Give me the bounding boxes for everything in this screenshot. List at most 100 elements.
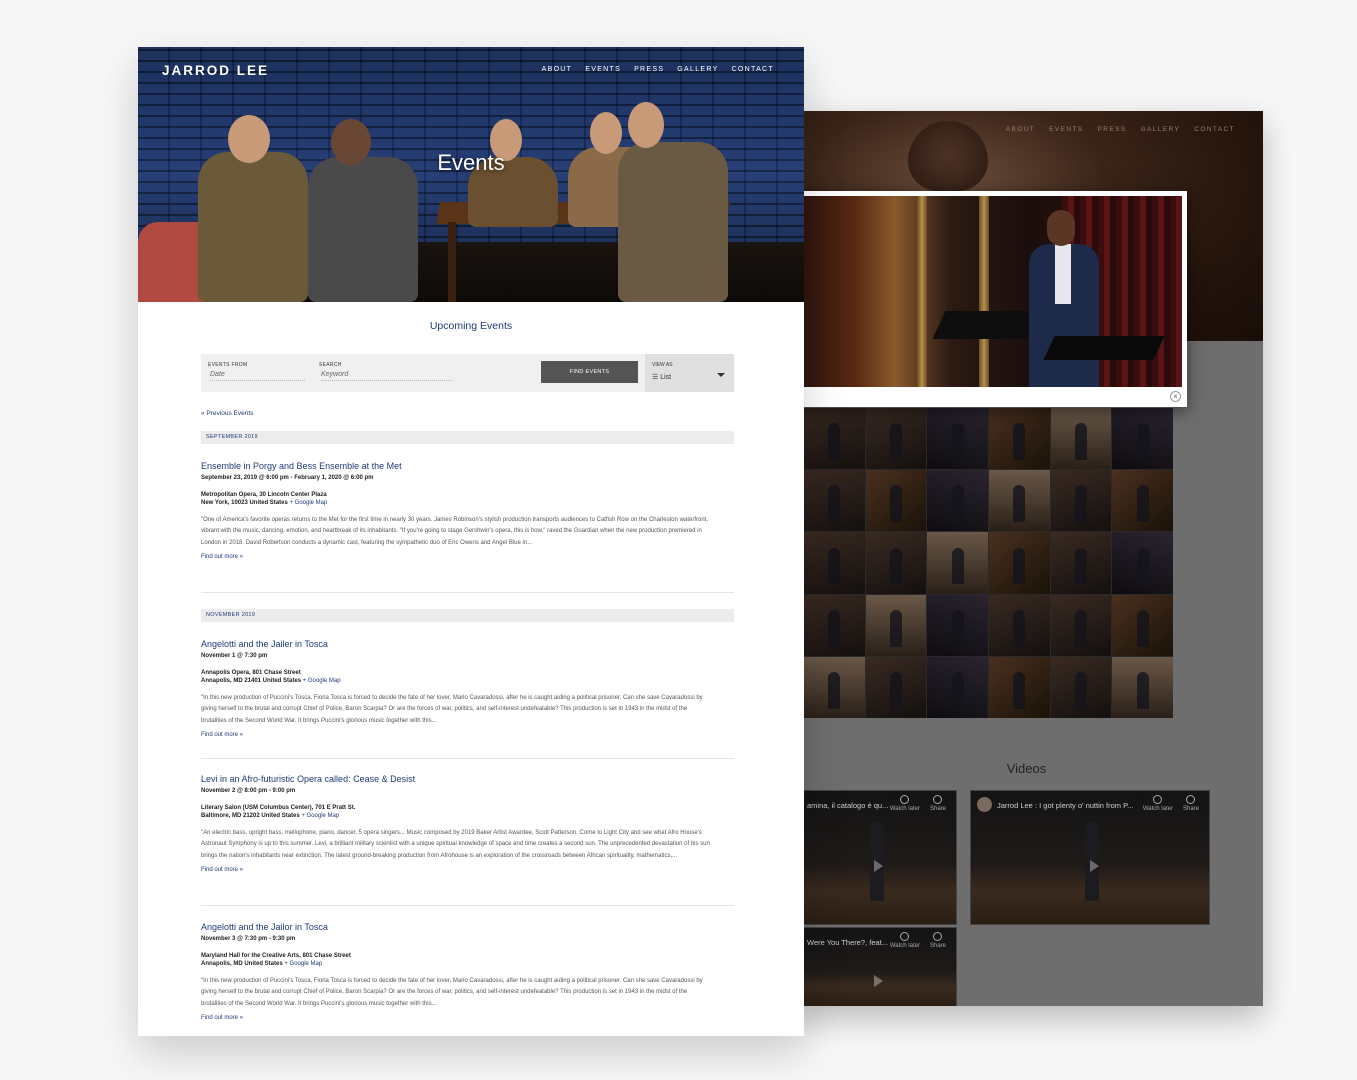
month-separator: NOVEMBER 2019 (201, 609, 734, 622)
ornate-column (917, 196, 927, 387)
search-label: SEARCH (319, 362, 342, 368)
nav-events[interactable]: EVENTS (585, 66, 621, 73)
gallery-thumbnail[interactable] (1112, 594, 1173, 656)
google-map-link[interactable]: + Google Map (290, 500, 328, 506)
google-map-link[interactable]: + Google Map (284, 961, 322, 967)
find-out-more-link[interactable]: Find out more » (201, 1015, 711, 1021)
gallery-thumbnail[interactable] (927, 408, 988, 470)
keyword-input[interactable]: Keyword (321, 371, 453, 381)
event-description: "In this new production of Puccini's Tos… (201, 695, 703, 724)
play-icon[interactable] (873, 860, 883, 873)
play-icon[interactable] (1090, 860, 1099, 873)
gallery-thumbnail[interactable] (804, 656, 865, 718)
event-date: September 23, 2019 @ 6:00 pm - February … (201, 475, 374, 481)
gallery-thumbnail[interactable] (804, 408, 865, 470)
find-events-button[interactable]: FIND EVENTS (541, 361, 638, 383)
video-actions: Watch later Share (890, 932, 946, 949)
page-title: Events (437, 150, 505, 175)
watch-later-button[interactable]: Watch later (1143, 795, 1173, 812)
event-description: "One of America's favorite operas return… (201, 517, 708, 546)
event-venue: Maryland Hall for the Creative Arts, 801… (201, 953, 351, 959)
event-description: "In this new production of Puccini's Tos… (201, 978, 703, 1007)
month-separator: SEPTEMBER 2019 (201, 431, 734, 444)
gallery-thumbnail[interactable] (804, 532, 865, 594)
gallery-thumbnail[interactable] (1050, 532, 1112, 594)
date-input[interactable]: Date (210, 371, 305, 381)
event-title[interactable]: Angelotti and the Jailor in Tosca (201, 922, 711, 932)
watch-later-button[interactable]: Watch later (890, 795, 920, 812)
share-button[interactable]: Share (930, 795, 946, 812)
find-out-more-link[interactable]: Find out more » (201, 867, 711, 873)
video-player[interactable]: Jarrod Lee : I got plenty o' nuttin from… (970, 790, 1210, 925)
site-logo[interactable]: JARROD LEE (162, 63, 269, 78)
previous-events-link[interactable]: « Previous Events (201, 410, 253, 417)
gallery-thumbnail[interactable] (1112, 408, 1173, 470)
gallery-thumbnail[interactable] (927, 470, 988, 532)
video-player[interactable]: Were You There?, feat... Watch later Sha… (790, 927, 957, 1006)
video-actions: Watch later Share (1143, 795, 1199, 812)
event-city: New York, 10023 United States + Google M… (201, 500, 328, 506)
event-venue: Annapolis Opera, 801 Chase Street (201, 670, 301, 676)
gallery-thumbnail[interactable] (927, 532, 988, 594)
nav-contact[interactable]: CONTACT (1194, 126, 1235, 133)
view-as-dropdown[interactable]: VIEW AS ☰ List (645, 354, 734, 392)
gallery-thumbnail[interactable] (1050, 408, 1112, 470)
video-actions: Watch later Share (890, 795, 946, 812)
event-city: Annapolis, MD United States + Google Map (201, 961, 323, 967)
gallery-thumbnail[interactable] (865, 470, 927, 532)
nav-about[interactable]: ABOUT (1006, 126, 1035, 133)
nav-gallery[interactable]: GALLERY (677, 66, 718, 73)
gallery-thumbnail[interactable] (1050, 594, 1112, 656)
hero-portrait (908, 121, 988, 191)
gallery-thumbnail[interactable] (1050, 470, 1112, 532)
gallery-thumbnail[interactable] (989, 408, 1050, 470)
gallery-thumbnail[interactable] (1050, 656, 1112, 718)
google-map-link[interactable]: + Google Map (301, 813, 339, 819)
close-icon[interactable]: × (1170, 391, 1181, 402)
nav-contact[interactable]: CONTACT (732, 66, 774, 73)
view-as-value: ☰ List (652, 373, 671, 381)
gallery-thumbnail[interactable] (1112, 656, 1173, 718)
nav-about[interactable]: ABOUT (542, 66, 573, 73)
find-out-more-link[interactable]: Find out more » (201, 732, 711, 738)
event-date: November 2 @ 8:00 pm - 9:00 pm (201, 788, 296, 794)
divider (201, 592, 734, 593)
share-button[interactable]: Share (930, 932, 946, 949)
event-title[interactable]: Ensemble in Porgy and Bess Ensemble at t… (201, 461, 711, 471)
gallery-thumbnail[interactable] (1112, 532, 1173, 594)
nav-events[interactable]: EVENTS (1049, 126, 1083, 133)
gallery-thumbnail[interactable] (927, 656, 988, 718)
nav-press[interactable]: PRESS (634, 66, 664, 73)
gallery-thumbnail[interactable] (989, 470, 1050, 532)
gallery-thumbnail[interactable] (927, 594, 988, 656)
gallery-thumbnail[interactable] (865, 408, 927, 470)
event-description: "An electric bass, upright bass, melloph… (201, 830, 710, 859)
list-icon: ☰ (652, 374, 659, 381)
event-title[interactable]: Angelotti and the Jailer in Tosca (201, 639, 711, 649)
share-icon (933, 932, 943, 941)
main-nav: ABOUT EVENTS PRESS GALLERY CONTACT (542, 66, 774, 73)
gallery-thumbnail[interactable] (1112, 470, 1173, 532)
photo-grid (804, 408, 1173, 718)
play-icon[interactable] (873, 974, 883, 987)
gallery-thumbnail[interactable] (865, 532, 927, 594)
share-button[interactable]: Share (1183, 795, 1199, 812)
find-out-more-link[interactable]: Find out more » (201, 554, 711, 560)
google-map-link[interactable]: + Google Map (303, 678, 341, 684)
event-title[interactable]: Levi in an Afro-futuristic Opera called:… (201, 774, 711, 784)
video-title: Were You There?, feat... (807, 938, 889, 947)
gallery-thumbnail[interactable] (989, 594, 1050, 656)
gallery-thumbnail[interactable] (804, 594, 865, 656)
gallery-thumbnail[interactable] (989, 656, 1050, 718)
gallery-thumbnail[interactable] (804, 470, 865, 532)
event-filter-bar: EVENTS FROM Date SEARCH Keyword FIND EVE… (201, 354, 734, 392)
nav-gallery[interactable]: GALLERY (1141, 126, 1181, 133)
nav-press[interactable]: PRESS (1098, 126, 1127, 133)
gallery-thumbnail[interactable] (865, 594, 927, 656)
singer-shirt (1055, 244, 1071, 304)
video-player[interactable]: amina, il catalogo è qu... Watch later S… (790, 790, 957, 925)
gallery-thumbnail[interactable] (865, 656, 927, 718)
gallery-thumbnail[interactable] (989, 532, 1050, 594)
share-icon (1186, 795, 1196, 804)
watch-later-button[interactable]: Watch later (890, 932, 920, 949)
